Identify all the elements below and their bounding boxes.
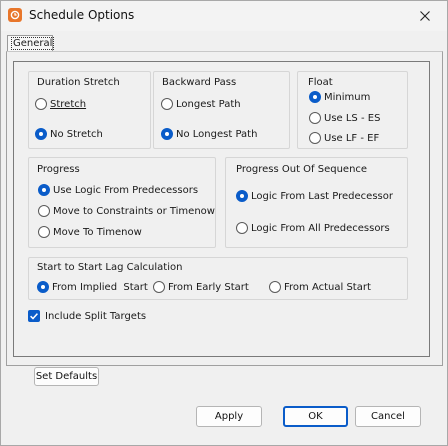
include-split-targets-checkbox[interactable]: Include Split Targets — [28, 310, 146, 322]
move-to-timenow-label: Move To Timenow — [53, 226, 142, 238]
progress-title: Progress — [37, 164, 80, 175]
window-title: Schedule Options — [29, 8, 135, 22]
cancel-button[interactable]: Cancel — [355, 406, 421, 427]
from-actual-start-radio-button[interactable] — [269, 281, 281, 293]
cancel-label: Cancel — [371, 411, 405, 422]
move-to-constraints-label: Move to Constraints or Timenow — [53, 205, 215, 217]
duration-stretch-title: Duration Stretch — [37, 77, 120, 88]
use-lf-ef-radio[interactable]: Use LF - EF — [309, 132, 379, 144]
move-to-timenow-radio[interactable]: Move To Timenow — [38, 226, 142, 238]
use-logic-from-predecessors-label: Use Logic From Predecessors — [53, 184, 199, 196]
logic-from-last-predecessor-radio-button[interactable] — [236, 190, 248, 202]
stretch-radio[interactable]: Stretch — [35, 98, 86, 110]
include-split-targets-check[interactable] — [28, 310, 40, 322]
logic-from-all-predecessors-label: Logic From All Predecessors — [251, 222, 390, 234]
from-implied-start-radio[interactable]: From Implied Start — [37, 281, 148, 293]
no-stretch-label: No Stretch — [50, 128, 103, 140]
apply-button[interactable]: Apply — [196, 406, 262, 427]
start-to-start-lag-title: Start to Start Lag Calculation — [37, 262, 183, 273]
use-logic-from-predecessors-radio-button[interactable] — [38, 184, 50, 196]
from-early-start-label: From Early Start — [168, 281, 249, 293]
no-stretch-radio-button[interactable] — [35, 128, 47, 140]
no-longest-path-radio-button[interactable] — [161, 128, 173, 140]
close-icon — [420, 11, 430, 21]
minimum-radio-button[interactable] — [309, 91, 321, 103]
stretch-radio-button[interactable] — [35, 98, 47, 110]
schedule-app-icon — [8, 8, 22, 22]
use-logic-from-predecessors-radio[interactable]: Use Logic From Predecessors — [38, 184, 198, 196]
from-early-start-radio[interactable]: From Early Start — [153, 281, 249, 293]
use-ls-es-radio[interactable]: Use LS - ES — [309, 112, 380, 124]
move-to-constraints-radio-button[interactable] — [38, 205, 50, 217]
from-implied-start-label: From Implied Start — [52, 281, 148, 293]
include-split-targets-label: Include Split Targets — [45, 310, 147, 322]
use-lf-ef-label: Use LF - EF — [324, 132, 380, 144]
no-longest-path-label: No Longest Path — [176, 128, 258, 140]
set-defaults-label: Set Defaults — [35, 371, 98, 382]
schedule-options-dialog: Schedule Options General Duration Stretc… — [0, 0, 448, 446]
duration-stretch-group: Duration Stretch Stretch No Stretch — [28, 71, 151, 149]
logic-from-all-predecessors-radio-button[interactable] — [236, 222, 248, 234]
ok-label: OK — [308, 411, 323, 422]
logic-from-last-predecessor-label: Logic From Last Predecessor — [251, 190, 393, 202]
use-lf-ef-radio-button[interactable] — [309, 132, 321, 144]
progress-group: Progress Use Logic From Predecessors Mov… — [28, 157, 216, 248]
options-frame: Duration Stretch Stretch No Stretch Back… — [13, 61, 430, 357]
backward-pass-group: Backward Pass Longest Path No Longest Pa… — [153, 71, 290, 149]
minimum-label: Minimum — [324, 91, 371, 103]
set-defaults-button[interactable]: Set Defaults — [34, 367, 99, 386]
ok-button[interactable]: OK — [283, 406, 348, 427]
minimum-radio[interactable]: Minimum — [309, 91, 370, 103]
logic-from-last-predecessor-radio[interactable]: Logic From Last Predecessor — [236, 190, 393, 202]
from-early-start-radio-button[interactable] — [153, 281, 165, 293]
move-to-timenow-radio-button[interactable] — [38, 226, 50, 238]
use-ls-es-radio-button[interactable] — [309, 112, 321, 124]
stretch-label: Stretch — [50, 98, 87, 110]
close-button[interactable] — [403, 1, 447, 31]
from-actual-start-radio[interactable]: From Actual Start — [269, 281, 371, 293]
checkmark-icon — [30, 313, 38, 320]
float-group: Float Minimum Use LS - ES Use LF - EF — [297, 71, 408, 149]
tab-general-label: General — [11, 37, 55, 50]
from-actual-start-label: From Actual Start — [284, 281, 371, 293]
start-to-start-lag-group: Start to Start Lag Calculation From Impl… — [28, 257, 408, 300]
progress-out-of-sequence-group: Progress Out Of Sequence Logic From Last… — [225, 157, 408, 248]
longest-path-radio[interactable]: Longest Path — [161, 98, 241, 110]
apply-label: Apply — [214, 411, 244, 422]
longest-path-label: Longest Path — [176, 98, 241, 110]
backward-pass-title: Backward Pass — [162, 77, 237, 88]
from-implied-start-radio-button[interactable] — [37, 281, 49, 293]
move-to-constraints-radio[interactable]: Move to Constraints or Timenow — [38, 205, 215, 217]
no-stretch-radio[interactable]: No Stretch — [35, 128, 103, 140]
use-ls-es-label: Use LS - ES — [324, 112, 381, 124]
logic-from-all-predecessors-radio[interactable]: Logic From All Predecessors — [236, 222, 390, 234]
longest-path-radio-button[interactable] — [161, 98, 173, 110]
float-title: Float — [308, 77, 333, 88]
tab-general[interactable]: General — [7, 35, 55, 52]
no-longest-path-radio[interactable]: No Longest Path — [161, 128, 257, 140]
progress-out-of-sequence-title: Progress Out Of Sequence — [236, 164, 368, 175]
title-bar: Schedule Options — [1, 1, 447, 31]
